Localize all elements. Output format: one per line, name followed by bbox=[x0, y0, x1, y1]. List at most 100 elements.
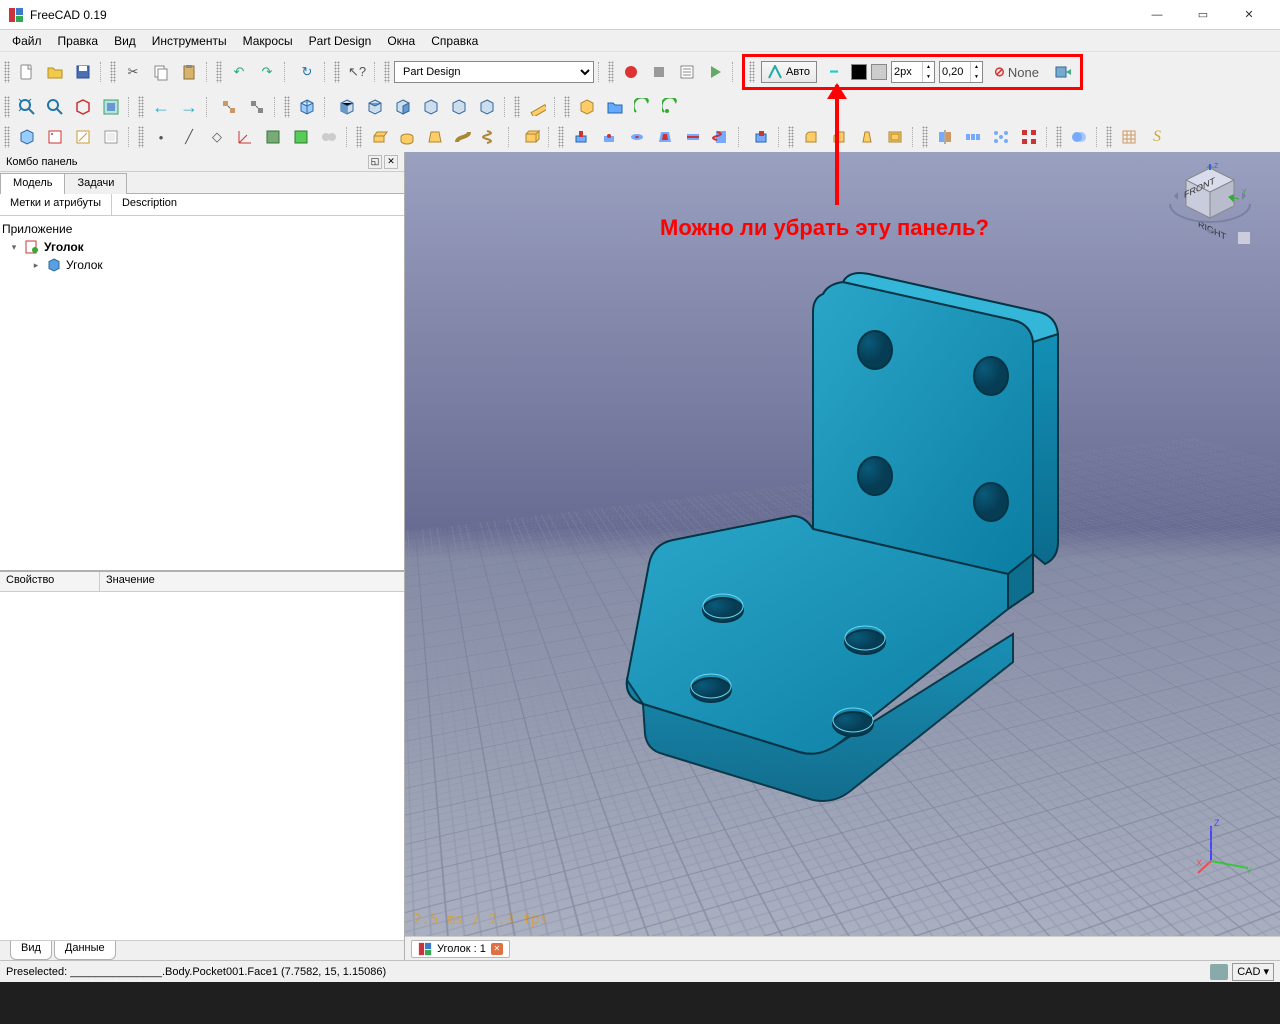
datum-plane-button[interactable]: ◇ bbox=[204, 124, 230, 150]
toolbar-grip-icon[interactable] bbox=[384, 61, 390, 83]
datum-line-button[interactable]: ╱ bbox=[176, 124, 202, 150]
macro-list-button[interactable] bbox=[674, 59, 700, 85]
nav-forward-button[interactable]: → bbox=[176, 94, 202, 120]
tree-body[interactable]: ▸ Уголок bbox=[2, 256, 402, 274]
linear-pattern-button[interactable] bbox=[960, 124, 986, 150]
workbench-selector[interactable]: Part Design bbox=[394, 61, 594, 83]
snap-button[interactable]: S bbox=[1144, 124, 1170, 150]
model-tree[interactable]: Приложение ▾ Уголок ▸ Уголок bbox=[0, 216, 404, 570]
menu-edit[interactable]: Правка bbox=[50, 32, 107, 50]
top-view-button[interactable] bbox=[362, 94, 388, 120]
datum-point-button[interactable]: • bbox=[148, 124, 174, 150]
draft-button[interactable] bbox=[854, 124, 880, 150]
menu-windows[interactable]: Окна bbox=[379, 32, 423, 50]
box-button[interactable] bbox=[518, 124, 544, 150]
toolbar-grip-icon[interactable] bbox=[749, 61, 755, 83]
subtractive-box-button[interactable] bbox=[748, 124, 774, 150]
subtractive-helix-button[interactable] bbox=[708, 124, 734, 150]
current-line-color-button[interactable]: ━ bbox=[821, 59, 847, 85]
subtractive-loft-button[interactable] bbox=[652, 124, 678, 150]
close-panel-button[interactable]: ✕ bbox=[384, 155, 398, 169]
proptab-data[interactable]: Данные bbox=[54, 941, 116, 960]
refresh-button[interactable]: ↻ bbox=[294, 59, 320, 85]
tab-model[interactable]: Модель bbox=[0, 173, 65, 194]
toolbar-grip-icon[interactable] bbox=[216, 61, 222, 83]
proptab-view[interactable]: Вид bbox=[10, 941, 52, 960]
tab-tasks[interactable]: Задачи bbox=[64, 173, 127, 194]
groove-button[interactable] bbox=[624, 124, 650, 150]
whatsthis-button[interactable]: ↖? bbox=[344, 59, 370, 85]
toolbar-grip-icon[interactable] bbox=[334, 61, 340, 83]
create-body-button[interactable] bbox=[14, 124, 40, 150]
multitransform-button[interactable] bbox=[1016, 124, 1042, 150]
menu-macros[interactable]: Макросы bbox=[235, 32, 301, 50]
nav-back-button[interactable]: ← bbox=[148, 94, 174, 120]
3d-part-bracket[interactable] bbox=[613, 264, 1073, 824]
fillet-button[interactable] bbox=[798, 124, 824, 150]
toolbar-grip-icon[interactable] bbox=[284, 96, 290, 118]
maximize-button[interactable]: ▭ bbox=[1180, 0, 1226, 30]
part-button[interactable] bbox=[574, 94, 600, 120]
navigation-cube[interactable]: RIGHT FRONT Z Y bbox=[1160, 162, 1260, 262]
pipe-button[interactable] bbox=[450, 124, 476, 150]
shapebinder-button[interactable] bbox=[260, 124, 286, 150]
link-actions-button[interactable] bbox=[658, 94, 684, 120]
group-button[interactable] bbox=[602, 94, 628, 120]
link-navigation-button[interactable] bbox=[216, 94, 242, 120]
status-indicator-icon[interactable] bbox=[1210, 964, 1228, 980]
pocket-button[interactable] bbox=[568, 124, 594, 150]
toolbar-grip-icon[interactable] bbox=[1056, 126, 1062, 148]
property-grid[interactable] bbox=[0, 592, 404, 940]
open-file-button[interactable] bbox=[42, 59, 68, 85]
close-button[interactable]: ✕ bbox=[1226, 0, 1272, 30]
toolbar-grip-icon[interactable] bbox=[514, 96, 520, 118]
toolbar-grip-icon[interactable] bbox=[1106, 126, 1112, 148]
menu-file[interactable]: Файл bbox=[4, 32, 50, 50]
document-tab[interactable]: Уголок : 1 ✕ bbox=[411, 940, 510, 958]
construction-mode-button[interactable]: Авто bbox=[761, 61, 817, 83]
toolbar-grip-icon[interactable] bbox=[922, 126, 928, 148]
toolbar-grip-icon[interactable] bbox=[356, 126, 362, 148]
edit-sketch-button[interactable] bbox=[70, 124, 96, 150]
toolbar-grip-icon[interactable] bbox=[138, 96, 144, 118]
navigation-style-selector[interactable]: CAD ▾ bbox=[1232, 963, 1274, 981]
toolbar-grip-icon[interactable] bbox=[110, 61, 116, 83]
datum-cs-button[interactable] bbox=[232, 124, 258, 150]
toolbar-grip-icon[interactable] bbox=[4, 61, 10, 83]
subtab-labels[interactable]: Метки и атрибуты bbox=[0, 194, 112, 215]
copy-button[interactable] bbox=[148, 59, 174, 85]
boolean-button[interactable] bbox=[1066, 124, 1092, 150]
right-view-button[interactable] bbox=[390, 94, 416, 120]
subshapebinder-button[interactable] bbox=[288, 124, 314, 150]
menu-partdesign[interactable]: Part Design bbox=[301, 32, 380, 50]
bounding-box-button[interactable] bbox=[98, 94, 124, 120]
expand-icon[interactable]: ▾ bbox=[8, 242, 20, 253]
create-sketch-button[interactable] bbox=[42, 124, 68, 150]
float-panel-button[interactable]: ◱ bbox=[368, 155, 382, 169]
bottom-view-button[interactable] bbox=[446, 94, 472, 120]
tree-root[interactable]: Приложение bbox=[2, 220, 402, 238]
cut-button[interactable]: ✂ bbox=[120, 59, 146, 85]
line-color-swatch[interactable] bbox=[851, 64, 867, 80]
transparency-spinbox[interactable]: ▲▼ bbox=[939, 61, 983, 83]
3d-viewport[interactable]: RIGHT FRONT Z Y Z Y X 2.5 ms / 7.3 fps bbox=[405, 152, 1280, 936]
toolbar-grip-icon[interactable] bbox=[564, 96, 570, 118]
front-view-button[interactable] bbox=[334, 94, 360, 120]
menu-view[interactable]: Вид bbox=[106, 32, 144, 50]
map-sketch-button[interactable] bbox=[98, 124, 124, 150]
linewidth-input[interactable] bbox=[892, 62, 922, 82]
face-color-swatch[interactable] bbox=[871, 64, 887, 80]
new-file-button[interactable] bbox=[14, 59, 40, 85]
minimize-button[interactable]: — bbox=[1134, 0, 1180, 30]
left-view-button[interactable] bbox=[474, 94, 500, 120]
toolbar-grip-icon[interactable] bbox=[788, 126, 794, 148]
hole-button[interactable] bbox=[596, 124, 622, 150]
fit-all-button[interactable] bbox=[14, 94, 40, 120]
rear-view-button[interactable] bbox=[418, 94, 444, 120]
autogroup-none-button[interactable]: ⊘ None bbox=[987, 59, 1046, 85]
expand-icon[interactable]: ▸ bbox=[30, 260, 42, 271]
subtractive-pipe-button[interactable] bbox=[680, 124, 706, 150]
transparency-input[interactable] bbox=[940, 62, 970, 82]
redo-button[interactable]: ↷ bbox=[254, 59, 280, 85]
subtab-description[interactable]: Description bbox=[112, 194, 187, 215]
